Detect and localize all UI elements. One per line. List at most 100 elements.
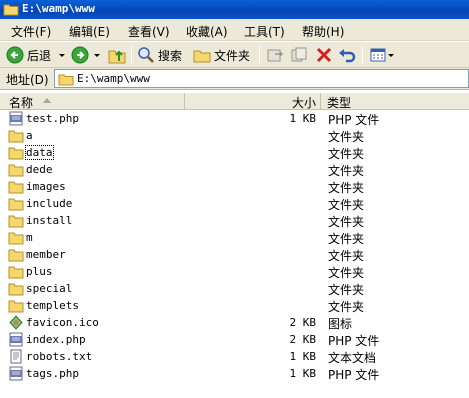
file-type: 文件夹 — [328, 147, 365, 161]
favicon-file-icon — [9, 315, 23, 330]
toolbar-separator — [362, 46, 363, 64]
file-name: test.php — [26, 112, 79, 125]
file-type: 文件夹 — [328, 232, 365, 246]
list-item[interactable]: include 文件夹 — [0, 195, 469, 212]
views-icon[interactable] — [369, 45, 387, 65]
list-item[interactable]: install 文件夹 — [0, 212, 469, 229]
chevron-down-icon[interactable] — [93, 45, 101, 65]
up-folder-icon[interactable] — [107, 45, 127, 65]
window-title: E:\wamp\www — [22, 2, 95, 15]
file-type: PHP 文件 — [328, 368, 380, 382]
folder-icon — [8, 164, 24, 177]
text-file-icon — [10, 349, 22, 364]
column-header-size[interactable]: 大小 — [185, 93, 321, 110]
folder-icon — [8, 249, 24, 262]
list-item[interactable]: special 文件夹 — [0, 280, 469, 297]
list-item[interactable]: m 文件夹 — [0, 229, 469, 246]
file-type: 文件夹 — [328, 215, 365, 229]
folders-button[interactable]: 文件夹 — [214, 47, 250, 64]
menu-edit[interactable]: 编辑(E) — [69, 23, 110, 40]
file-type: 文件夹 — [328, 198, 365, 212]
file-type: 文件夹 — [328, 266, 365, 280]
menu-view[interactable]: 查看(V) — [128, 23, 170, 40]
move-to-icon[interactable] — [266, 45, 284, 65]
folder-icon — [8, 130, 24, 143]
file-type: 文件夹 — [328, 164, 365, 178]
list-item[interactable]: images 文件夹 — [0, 178, 469, 195]
list-item[interactable]: plus 文件夹 — [0, 263, 469, 280]
folder-icon — [8, 198, 24, 211]
chevron-down-icon[interactable] — [387, 45, 395, 65]
file-name: install — [26, 214, 73, 227]
folder-icon — [8, 181, 24, 194]
file-size: 1 KB — [289, 367, 317, 380]
column-header-size-label: 大小 — [291, 96, 316, 110]
file-name: favicon.ico — [26, 316, 99, 329]
file-type: PHP 文件 — [328, 334, 380, 348]
folder-icon — [8, 300, 24, 313]
file-name: robots.txt — [26, 350, 93, 363]
list-item[interactable]: test.php 1 KB PHP 文件 — [0, 110, 469, 127]
file-type: 图标 — [328, 317, 353, 331]
folders-icon[interactable] — [193, 45, 211, 65]
undo-icon[interactable] — [338, 45, 356, 65]
back-button[interactable]: 后退 — [27, 47, 51, 64]
toolbar-separator — [259, 46, 260, 64]
address-label: 地址(D) — [6, 73, 49, 87]
file-name: member — [26, 248, 66, 261]
file-type: 文本文档 — [328, 351, 377, 365]
menu-tools[interactable]: 工具(T) — [244, 23, 285, 40]
php-file-icon — [9, 366, 23, 381]
file-name: dede — [26, 163, 53, 176]
title-bar: E:\wamp\www — [0, 0, 469, 19]
file-type: 文件夹 — [328, 249, 365, 263]
list-item[interactable]: dede 文件夹 — [0, 161, 469, 178]
file-size: 1 KB — [289, 112, 317, 125]
back-arrow-icon[interactable] — [6, 45, 24, 65]
file-size: 2 KB — [289, 333, 317, 346]
folder-icon — [8, 283, 24, 296]
file-type: 文件夹 — [328, 130, 365, 144]
file-list: test.php 1 KB PHP 文件 a 文件夹 data 文件夹 dede… — [0, 110, 469, 398]
delete-icon[interactable] — [315, 45, 333, 65]
menu-file[interactable]: 文件(F) — [11, 23, 51, 40]
folder-icon — [8, 232, 24, 245]
folder-icon — [58, 74, 74, 86]
list-item[interactable]: a 文件夹 — [0, 127, 469, 144]
folder-icon — [8, 266, 24, 279]
column-header-name[interactable]: 名称 — [0, 93, 185, 110]
file-size: 2 KB — [289, 316, 317, 329]
file-name: m — [26, 231, 33, 244]
file-size: 1 KB — [289, 350, 317, 363]
search-button[interactable]: 搜索 — [158, 47, 182, 64]
list-item[interactable]: favicon.ico 2 KB 图标 — [0, 314, 469, 331]
chevron-down-icon[interactable] — [58, 45, 66, 65]
menu-help[interactable]: 帮助(H) — [302, 23, 344, 40]
file-type: PHP 文件 — [328, 113, 380, 127]
file-type: 文件夹 — [328, 300, 365, 314]
folder-icon — [3, 4, 19, 16]
file-name: plus — [26, 265, 53, 278]
list-item[interactable]: templets 文件夹 — [0, 297, 469, 314]
list-item[interactable]: robots.txt 1 KB 文本文档 — [0, 348, 469, 365]
address-value: E:\wamp\www — [77, 72, 150, 85]
list-item[interactable]: member 文件夹 — [0, 246, 469, 263]
file-name: index.php — [26, 333, 86, 346]
column-header-row: 名称 大小 类型 — [0, 93, 469, 110]
list-item[interactable]: tags.php 1 KB PHP 文件 — [0, 365, 469, 382]
file-name: include — [26, 197, 73, 210]
menu-favorites[interactable]: 收藏(A) — [186, 23, 228, 40]
column-header-type[interactable]: 类型 — [321, 93, 469, 110]
file-type: 文件夹 — [328, 181, 365, 195]
toolbar-separator — [131, 46, 132, 64]
copy-to-icon[interactable] — [290, 45, 308, 65]
file-name: images — [26, 180, 66, 193]
list-item[interactable]: data 文件夹 — [0, 144, 469, 161]
list-item[interactable]: index.php 2 KB PHP 文件 — [0, 331, 469, 348]
php-file-icon — [9, 332, 23, 347]
column-header-name-label: 名称 — [9, 96, 34, 110]
address-input[interactable]: E:\wamp\www — [54, 69, 469, 88]
column-header-type-label: 类型 — [327, 96, 352, 110]
forward-arrow-icon[interactable] — [71, 45, 89, 65]
search-icon[interactable] — [137, 45, 155, 65]
